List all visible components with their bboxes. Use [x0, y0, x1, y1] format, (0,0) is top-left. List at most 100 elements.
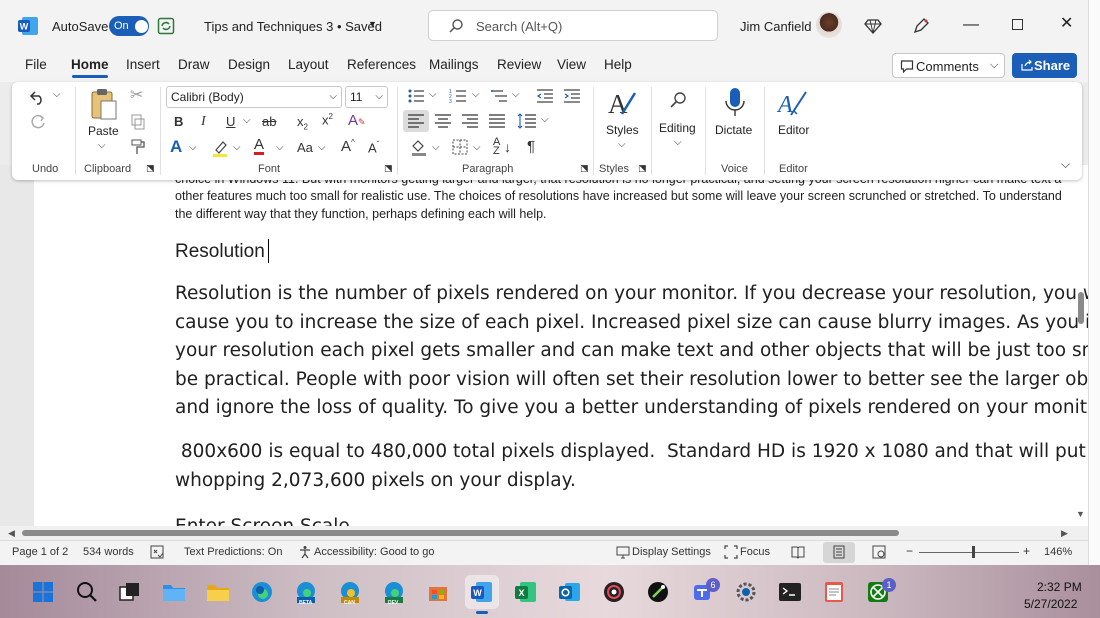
paste-chevron-down-icon[interactable]: ⌵: [98, 141, 106, 151]
ribbon-collapse-chevron-down-icon[interactable]: ⌵: [1061, 158, 1070, 170]
edge-canary-icon[interactable]: CAN: [333, 575, 367, 609]
document-page[interactable]: choice in Windows 11. But with monitors …: [34, 165, 1088, 526]
tab-insert[interactable]: Insert: [126, 58, 160, 72]
title-chevron-down-icon[interactable]: ▼: [368, 20, 377, 29]
settings-gear-icon[interactable]: [729, 575, 763, 609]
tab-help[interactable]: Help: [604, 58, 632, 72]
tab-file[interactable]: File: [25, 58, 47, 72]
diamond-icon[interactable]: [862, 15, 884, 37]
clock-time[interactable]: 2:32 PM: [1037, 581, 1082, 593]
edge-beta-icon[interactable]: BETA: [289, 575, 323, 609]
shrink-font-icon[interactable]: Aˇ: [368, 141, 379, 155]
autosave-toggle[interactable]: On: [109, 16, 149, 36]
pen-icon[interactable]: [910, 15, 932, 37]
line-spacing-chevron-down-icon[interactable]: ⌵: [541, 115, 549, 125]
edge-icon[interactable]: [245, 575, 279, 609]
pilcrow-icon[interactable]: ¶: [527, 139, 535, 154]
superscript-icon[interactable]: x2: [322, 113, 333, 127]
sort-icon[interactable]: AZ: [493, 137, 500, 157]
minimize-button[interactable]: —: [963, 17, 979, 33]
user-name[interactable]: Jim Canfield: [740, 20, 812, 33]
zoom-slider[interactable]: [919, 552, 1019, 553]
find-icon[interactable]: [668, 90, 688, 110]
align-center-icon[interactable]: [433, 112, 453, 130]
windows-start-icon[interactable]: [26, 575, 60, 609]
underline-chevron-down-icon[interactable]: ⌵: [243, 116, 251, 126]
clear-formatting-icon[interactable]: A✎: [348, 113, 366, 128]
undo-chevron-down-icon[interactable]: ⌵: [53, 90, 61, 100]
styles-launcher-icon[interactable]: ⬔: [638, 164, 647, 173]
vertical-scroll-thumb[interactable]: [1078, 292, 1084, 324]
justify-icon[interactable]: [487, 112, 507, 130]
focus-label[interactable]: Focus: [740, 547, 770, 558]
font-color-chevron-down-icon[interactable]: ⌵: [276, 143, 284, 153]
zoom-in-button[interactable]: +: [1023, 545, 1030, 557]
outlook-icon[interactable]: [553, 575, 587, 609]
text-predictions-status[interactable]: Text Predictions: On: [184, 547, 282, 558]
editor-icon[interactable]: A: [776, 86, 810, 120]
shading-chevron-down-icon[interactable]: ⌵: [432, 143, 440, 153]
styles-chevron-down-icon[interactable]: ⌵: [618, 140, 626, 150]
editing-label[interactable]: Editing: [659, 122, 696, 134]
tab-references[interactable]: References: [347, 58, 416, 72]
edge-dev-icon[interactable]: DEV: [377, 575, 411, 609]
editor-label[interactable]: Editor: [778, 124, 809, 136]
folder-icon[interactable]: [157, 575, 191, 609]
word-app-icon[interactable]: W: [17, 15, 39, 37]
paste-label[interactable]: Paste: [88, 125, 119, 137]
tab-review[interactable]: Review: [497, 58, 541, 72]
undo-icon[interactable]: [27, 87, 49, 107]
styles-label[interactable]: Styles: [606, 124, 639, 136]
shading-icon[interactable]: [409, 137, 429, 157]
line-spacing-icon[interactable]: [516, 112, 538, 130]
grow-font-icon[interactable]: A^: [341, 139, 355, 155]
excel-icon[interactable]: X: [509, 575, 543, 609]
multilevel-list-icon[interactable]: [489, 87, 509, 105]
display-settings-label[interactable]: Display Settings: [632, 547, 711, 558]
highlight-icon[interactable]: [210, 138, 230, 158]
horizontal-scroll-thumb[interactable]: [22, 530, 899, 536]
highlight-chevron-down-icon[interactable]: ⌵: [233, 143, 241, 153]
cut-icon[interactable]: ✂: [130, 88, 143, 104]
page-count[interactable]: Page 1 of 2: [12, 547, 68, 558]
subscript-icon[interactable]: x2: [297, 115, 308, 132]
zoom-level[interactable]: 146%: [1044, 547, 1072, 558]
display-settings-icon[interactable]: [615, 544, 631, 560]
focus-icon[interactable]: [723, 544, 739, 560]
tab-home[interactable]: Home: [71, 58, 109, 72]
scroll-down-icon[interactable]: ▼: [1076, 510, 1085, 519]
font-color-icon[interactable]: A: [254, 137, 265, 155]
vertical-scrollbar[interactable]: [1088, 0, 1100, 565]
copy-icon[interactable]: [129, 113, 147, 131]
font-launcher-icon[interactable]: ⬔: [384, 164, 393, 173]
bullets-icon[interactable]: [406, 87, 426, 105]
multilevel-chevron-down-icon[interactable]: ⌵: [512, 90, 520, 100]
font-size-select[interactable]: 11 ⌵: [345, 86, 388, 108]
change-case-chevron-down-icon[interactable]: ⌵: [318, 143, 326, 153]
tab-view[interactable]: View: [557, 58, 586, 72]
word-count[interactable]: 534 words: [83, 547, 134, 558]
task-view-icon[interactable]: [113, 575, 147, 609]
terminal-icon[interactable]: [773, 575, 807, 609]
bullets-chevron-down-icon[interactable]: ⌵: [429, 90, 437, 100]
numbering-icon[interactable]: 123: [448, 87, 468, 105]
tab-layout[interactable]: Layout: [288, 58, 329, 72]
maximize-button[interactable]: [1012, 19, 1023, 30]
notepad-icon[interactable]: [817, 575, 851, 609]
zoom-slider-thumb[interactable]: [972, 546, 975, 558]
document-title[interactable]: Tips and Techniques 3 • Saved: [204, 20, 382, 33]
increase-indent-icon[interactable]: [562, 87, 582, 105]
save-sync-icon[interactable]: [156, 16, 176, 36]
word-taskbar-icon[interactable]: W: [465, 575, 499, 609]
change-case-icon[interactable]: Aa: [297, 141, 313, 154]
bold-icon[interactable]: B: [174, 115, 183, 128]
redo-icon[interactable]: [27, 112, 49, 132]
dictate-label[interactable]: Dictate: [715, 124, 752, 136]
underline-icon[interactable]: U: [226, 115, 235, 128]
tab-design[interactable]: Design: [228, 58, 270, 72]
proofing-icon[interactable]: [149, 544, 165, 560]
scroll-right-icon[interactable]: ▶: [1061, 529, 1068, 538]
styles-icon[interactable]: A: [605, 86, 639, 120]
pen-app-icon[interactable]: [641, 575, 675, 609]
paragraph-launcher-icon[interactable]: ⬔: [580, 164, 589, 173]
